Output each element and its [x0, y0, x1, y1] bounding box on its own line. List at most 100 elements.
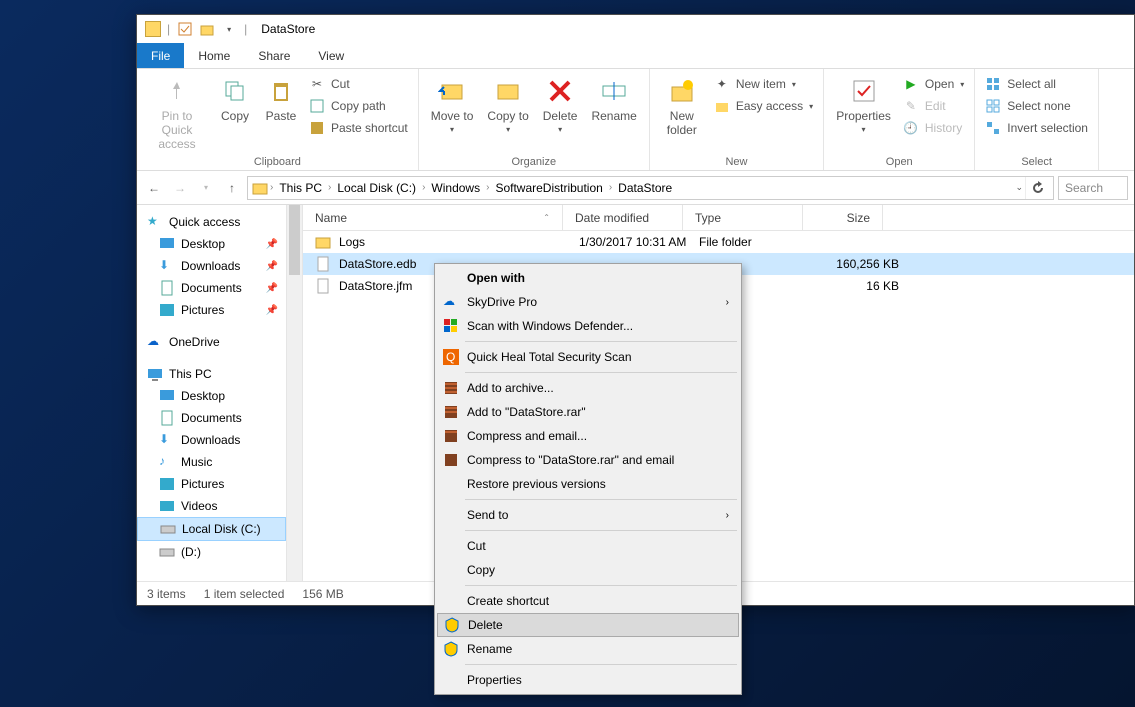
pictures-icon — [159, 476, 175, 492]
nav-downloads[interactable]: ⬇Downloads📌 — [137, 255, 286, 277]
nav-onedrive[interactable]: ☁OneDrive — [137, 331, 286, 353]
copyto-button[interactable]: Copy to▾ — [481, 73, 534, 156]
cut-button[interactable]: ✂Cut — [305, 73, 412, 95]
cm-add-rar[interactable]: Add to "DataStore.rar" — [437, 400, 739, 424]
edit-button[interactable]: ✎Edit — [899, 95, 968, 117]
forward-button[interactable]: → — [169, 177, 191, 199]
pin-button[interactable]: Pin to Quick access — [143, 73, 211, 156]
new-folder-icon[interactable] — [198, 20, 216, 38]
chevron-right-icon[interactable]: › — [486, 182, 489, 193]
chevron-right-icon[interactable]: › — [270, 182, 273, 193]
column-type[interactable]: Type — [683, 205, 803, 230]
copypath-button[interactable]: Copy path — [305, 95, 412, 117]
desktop-icon — [159, 388, 175, 404]
properties-button[interactable]: Properties▾ — [830, 73, 897, 156]
address-bar[interactable]: › This PC › Local Disk (C:) › Windows › … — [247, 176, 1054, 200]
history-button[interactable]: 🕘History — [899, 117, 968, 139]
paste-button[interactable]: Paste — [259, 73, 303, 156]
status-size: 156 MB — [302, 587, 343, 601]
refresh-button[interactable] — [1025, 177, 1049, 199]
nav-scrollbar[interactable] — [287, 205, 303, 581]
newitem-button[interactable]: ✦New item ▾ — [710, 73, 817, 95]
chevron-right-icon[interactable]: › — [422, 182, 425, 193]
column-date[interactable]: Date modified — [563, 205, 683, 230]
nav-pc-pictures[interactable]: Pictures — [137, 473, 286, 495]
cm-skydrive[interactable]: ☁SkyDrive Pro› — [437, 290, 739, 314]
cm-rename[interactable]: Rename — [437, 637, 739, 661]
navigation-pane[interactable]: ★Quick access Desktop📌 ⬇Downloads📌 Docum… — [137, 205, 287, 581]
tab-share[interactable]: Share — [244, 43, 304, 68]
crumb-windows[interactable]: Windows — [427, 181, 484, 195]
nav-pc-videos[interactable]: Videos — [137, 495, 286, 517]
crumb-localc[interactable]: Local Disk (C:) — [333, 181, 420, 195]
easyaccess-icon — [714, 98, 730, 114]
properties-icon[interactable] — [176, 20, 194, 38]
file-row[interactable]: Logs 1/30/2017 10:31 AM File folder — [303, 231, 1134, 253]
drive-icon — [160, 521, 176, 537]
column-name[interactable]: Name⌃ — [303, 205, 563, 230]
nav-pictures[interactable]: Pictures📌 — [137, 299, 286, 321]
nav-pc-downloads[interactable]: ⬇Downloads — [137, 429, 286, 451]
cm-defender[interactable]: Scan with Windows Defender... — [437, 314, 739, 338]
chevron-right-icon[interactable]: › — [609, 182, 612, 193]
pin-icon: 📌 — [266, 305, 278, 316]
new-group-label: New — [725, 156, 747, 168]
delete-button[interactable]: Delete▾ — [537, 73, 584, 156]
scrollbar-thumb[interactable] — [289, 205, 300, 275]
nav-locald[interactable]: (D:) — [137, 541, 286, 563]
cm-delete[interactable]: Delete — [437, 613, 739, 637]
titlebar[interactable]: | ▾ | DataStore — [137, 15, 1134, 43]
chevron-right-icon[interactable]: › — [328, 182, 331, 193]
nav-pc-music[interactable]: ♪Music — [137, 451, 286, 473]
navigation-bar: ← → ▾ ↑ › This PC › Local Disk (C:) › Wi… — [137, 171, 1134, 205]
shield-icon — [443, 641, 459, 657]
column-size[interactable]: Size — [803, 205, 883, 230]
nav-quick-access[interactable]: ★Quick access — [137, 211, 286, 233]
selectnone-button[interactable]: Select none — [981, 95, 1092, 117]
nav-desktop[interactable]: Desktop📌 — [137, 233, 286, 255]
moveto-button[interactable]: Move to▾ — [425, 73, 480, 156]
newfolder-button[interactable]: New folder — [656, 73, 708, 156]
winrar-icon — [443, 404, 459, 420]
crumb-datastore[interactable]: DataStore — [614, 181, 676, 195]
tab-file[interactable]: File — [137, 43, 184, 68]
organize-group-label: Organize — [511, 156, 556, 168]
moveto-icon — [436, 75, 468, 107]
cm-restore[interactable]: Restore previous versions — [437, 472, 739, 496]
open-button[interactable]: ▶Open ▾ — [899, 73, 968, 95]
nav-localc[interactable]: Local Disk (C:) — [137, 517, 286, 541]
cm-cut[interactable]: Cut — [437, 534, 739, 558]
cm-open-with[interactable]: Open with — [437, 266, 739, 290]
cm-send-to[interactable]: Send to› — [437, 503, 739, 527]
tab-view[interactable]: View — [304, 43, 358, 68]
nav-pc-desktop[interactable]: Desktop — [137, 385, 286, 407]
nav-pc-documents[interactable]: Documents — [137, 407, 286, 429]
cm-create-shortcut[interactable]: Create shortcut — [437, 589, 739, 613]
nav-documents[interactable]: Documents📌 — [137, 277, 286, 299]
nav-thispc[interactable]: This PC — [137, 363, 286, 385]
cm-quickheal[interactable]: QQuick Heal Total Security Scan — [437, 345, 739, 369]
copy-button[interactable]: Copy — [213, 73, 257, 156]
addr-dropdown-icon[interactable]: ⌄ — [1015, 182, 1023, 193]
search-input[interactable]: Search — [1058, 176, 1128, 200]
cm-add-archive[interactable]: Add to archive... — [437, 376, 739, 400]
tab-home[interactable]: Home — [184, 43, 244, 68]
selectall-button[interactable]: Select all — [981, 73, 1092, 95]
documents-icon — [159, 410, 175, 426]
onedrive-icon: ☁ — [147, 334, 163, 350]
recent-dropdown[interactable]: ▾ — [195, 177, 217, 199]
cm-properties[interactable]: Properties — [437, 668, 739, 692]
star-icon: ★ — [147, 214, 163, 230]
cm-compress-email[interactable]: Compress and email... — [437, 424, 739, 448]
cm-copy[interactable]: Copy — [437, 558, 739, 582]
rename-button[interactable]: Rename — [585, 73, 642, 156]
invertselection-button[interactable]: Invert selection — [981, 117, 1092, 139]
crumb-thispc[interactable]: This PC — [275, 181, 326, 195]
up-button[interactable]: ↑ — [221, 177, 243, 199]
easyaccess-button[interactable]: Easy access ▾ — [710, 95, 817, 117]
qat-dropdown-icon[interactable]: ▾ — [220, 20, 238, 38]
crumb-softwaredistribution[interactable]: SoftwareDistribution — [491, 181, 606, 195]
pasteshortcut-button[interactable]: Paste shortcut — [305, 117, 412, 139]
back-button[interactable]: ← — [143, 177, 165, 199]
cm-compress-rar-email[interactable]: Compress to "DataStore.rar" and email — [437, 448, 739, 472]
